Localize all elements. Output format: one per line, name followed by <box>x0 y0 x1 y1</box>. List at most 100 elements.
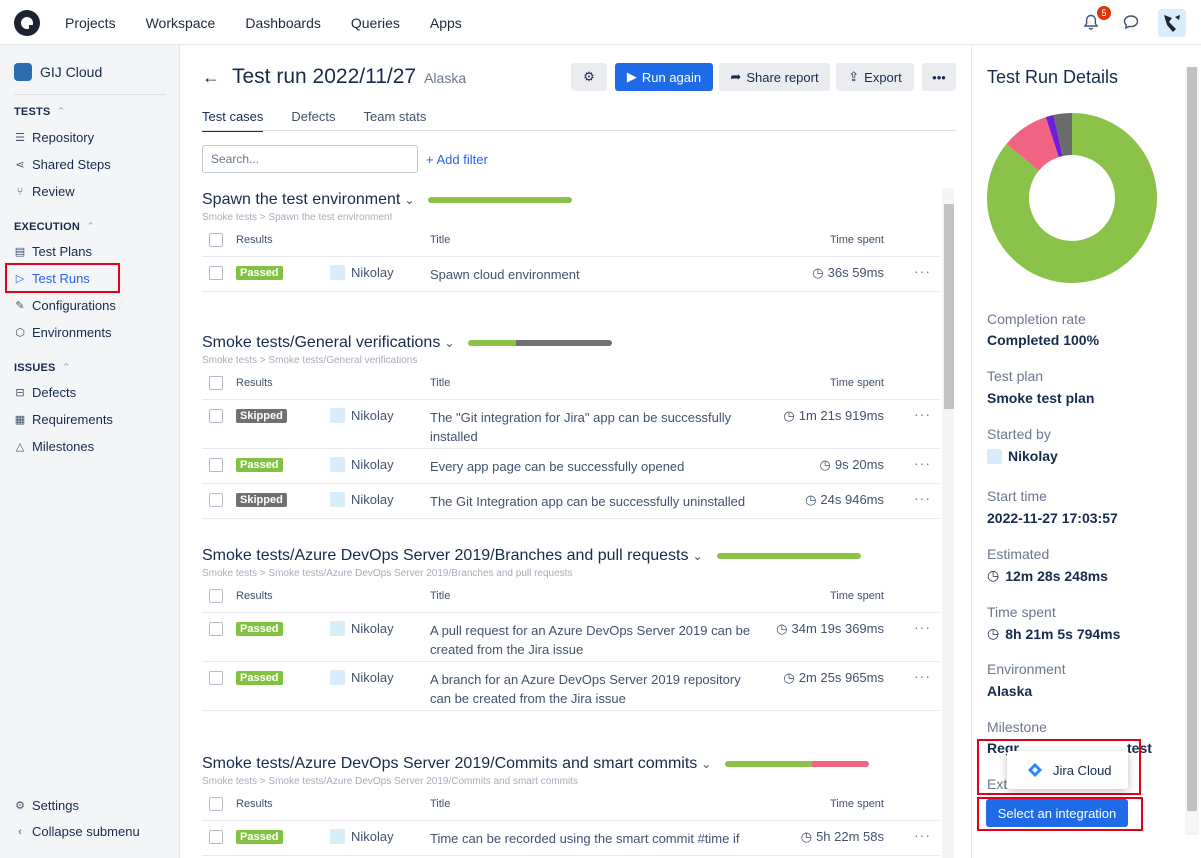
search-input[interactable]: Search... <box>202 145 418 173</box>
app-logo[interactable] <box>14 10 40 36</box>
sidebar-item-defects[interactable]: ⊟ Defects <box>14 385 76 400</box>
test-group-header[interactable]: Spawn the test environment ⌄ <box>202 188 939 212</box>
section-tests[interactable]: TESTS ⌃ <box>14 105 66 118</box>
table-row[interactable]: Passed Nikolay Every app page can be succe… <box>202 449 939 484</box>
row-title[interactable]: Time can be recorded using the smart com… <box>430 829 760 848</box>
more-actions-button[interactable]: ••• <box>922 63 956 91</box>
integration-dropdown-item-jira[interactable]: Jira Cloud <box>1007 751 1128 789</box>
row-more-icon[interactable]: ··· <box>914 406 931 422</box>
test-group-header[interactable]: Smoke tests/Azure DevOps Server 2019/Com… <box>202 752 939 776</box>
sidebar-item-configurations[interactable]: ✎ Configurations <box>14 298 115 313</box>
user-avatar-icon <box>330 457 345 472</box>
test-group-header[interactable]: Smoke tests/Azure DevOps Server 2019/Bra… <box>202 544 939 568</box>
collapse-submenu-button[interactable]: ‹ Collapse submenu <box>14 824 140 839</box>
sidebar-item-shared-steps[interactable]: ⋖ Shared Steps <box>14 157 110 172</box>
status-badge: Passed <box>236 458 283 472</box>
test-plan-value[interactable]: Smoke test plan <box>987 390 1094 406</box>
select-all-checkbox[interactable] <box>209 233 223 247</box>
nav-projects[interactable]: Projects <box>65 15 116 31</box>
sidebar-item-environments[interactable]: ⬡ Environments <box>14 325 111 340</box>
row-more-icon[interactable]: ··· <box>914 263 931 279</box>
details-scrollbar-thumb[interactable] <box>1187 67 1197 811</box>
list-scrollbar[interactable] <box>942 188 954 858</box>
environment-value: Alaska <box>987 683 1033 699</box>
user-avatar-icon <box>987 448 1002 464</box>
row-checkbox[interactable] <box>209 622 223 636</box>
sidebar-item-repository[interactable]: ☰ Repository <box>14 130 94 145</box>
share-report-button[interactable]: ➦ Share report <box>719 63 830 91</box>
completion-label: Completion rate <box>987 311 1086 327</box>
tab-test-cases[interactable]: Test cases <box>202 109 264 132</box>
chevron-down-icon[interactable]: ⌄ <box>692 549 702 563</box>
status-badge: Passed <box>236 671 283 685</box>
details-scrollbar[interactable] <box>1185 67 1199 835</box>
milestone-label: Milestone <box>987 719 1047 735</box>
list-scrollbar-thumb[interactable] <box>944 204 954 409</box>
nav-apps[interactable]: Apps <box>430 15 462 31</box>
row-checkbox[interactable] <box>209 458 223 472</box>
column-title: Title <box>430 798 451 810</box>
chat-icon[interactable] <box>1123 14 1139 30</box>
row-more-icon[interactable]: ··· <box>914 455 931 471</box>
row-more-icon[interactable]: ··· <box>914 490 931 506</box>
back-arrow-icon[interactable]: ← <box>202 67 220 88</box>
tab-team-stats[interactable]: Team stats <box>364 109 427 132</box>
select-all-checkbox[interactable] <box>209 589 223 603</box>
project-selector[interactable]: GIJ Cloud <box>14 63 102 81</box>
tab-defects[interactable]: Defects <box>291 109 335 132</box>
clock-icon: ◷ <box>783 670 795 685</box>
cube-icon: ⬡ <box>15 327 25 339</box>
chevron-down-icon[interactable]: ⌄ <box>444 336 454 350</box>
chevron-down-icon[interactable]: ⌄ <box>701 757 711 771</box>
sidebar-item-milestones[interactable]: △ Milestones <box>14 439 94 454</box>
run-again-label: Run again <box>641 69 702 85</box>
nav-queries[interactable]: Queries <box>351 15 400 31</box>
row-more-icon[interactable]: ··· <box>914 668 931 684</box>
section-execution[interactable]: EXECUTION ⌃ <box>14 220 95 233</box>
add-filter-button[interactable]: + Add filter <box>426 152 488 167</box>
table-row[interactable]: Skipped Nikolay The Git Integration app ca… <box>202 484 939 519</box>
nav-workspace[interactable]: Workspace <box>146 15 216 31</box>
table-row[interactable]: Passed Nikolay Spawn cloud environment ◷ 36s… <box>202 257 939 292</box>
row-checkbox[interactable] <box>209 409 223 423</box>
row-title[interactable]: Spawn cloud environment <box>430 265 760 284</box>
sidebar-item-requirements[interactable]: ▦ Requirements <box>14 412 113 427</box>
row-title[interactable]: Every app page can be successfully opene… <box>430 457 760 476</box>
row-title[interactable]: The Git Integration app can be successfu… <box>430 492 760 511</box>
status-badge: Skipped <box>236 409 287 423</box>
settings-button[interactable]: ⚙ <box>571 63 607 91</box>
table-row[interactable]: Skipped Nikolay The "Git integration for J… <box>202 400 939 449</box>
row-title[interactable]: A branch for an Azure DevOps Server 2019… <box>430 670 760 708</box>
sidebar-item-review[interactable]: ⑂ Review <box>14 184 75 199</box>
table-row[interactable]: Passed Nikolay Time can be recorded using … <box>202 821 939 856</box>
chevron-down-icon[interactable]: ⌄ <box>404 193 414 207</box>
sidebar-item-test-plans[interactable]: ▤ Test Plans <box>14 244 92 259</box>
run-again-button[interactable]: ▶ Run again <box>615 63 713 91</box>
bell-icon[interactable] <box>1083 14 1099 31</box>
row-title[interactable]: A pull request for an Azure DevOps Serve… <box>430 621 760 659</box>
sidebar-item-settings[interactable]: ⚙ Settings <box>14 798 79 813</box>
row-checkbox[interactable] <box>209 493 223 507</box>
start-time-label: Start time <box>987 488 1047 504</box>
row-time-spent: ◷ 5h 22m 58s <box>801 829 884 845</box>
estimated-text: 12m 28s 248ms <box>1005 567 1108 584</box>
test-group-progress-bar <box>716 553 861 559</box>
select-all-checkbox[interactable] <box>209 376 223 390</box>
nav-dashboards[interactable]: Dashboards <box>245 15 321 31</box>
row-more-icon[interactable]: ··· <box>914 619 931 635</box>
table-row[interactable]: Passed Nikolay A pull request for an Azure… <box>202 613 939 662</box>
section-issues[interactable]: ISSUES ⌃ <box>14 361 71 374</box>
start-time-value: 2022-11-27 17:03:57 <box>987 510 1118 526</box>
table-row[interactable]: Passed Nikolay A branch for an Azure DevOp… <box>202 662 939 711</box>
row-checkbox[interactable] <box>209 830 223 844</box>
select-integration-button[interactable]: Select an integration <box>986 799 1128 827</box>
row-time-text: 34m 19s 369ms <box>791 621 885 636</box>
export-button[interactable]: ⇪ Export <box>836 63 914 91</box>
select-all-checkbox[interactable] <box>209 797 223 811</box>
user-avatar[interactable] <box>1158 9 1186 37</box>
row-checkbox[interactable] <box>209 266 223 280</box>
row-title[interactable]: The "Git integration for Jira" app can b… <box>430 408 760 446</box>
test-group-header[interactable]: Smoke tests/General verifications ⌄ <box>202 331 939 355</box>
row-checkbox[interactable] <box>209 671 223 685</box>
row-more-icon[interactable]: ··· <box>914 827 931 843</box>
